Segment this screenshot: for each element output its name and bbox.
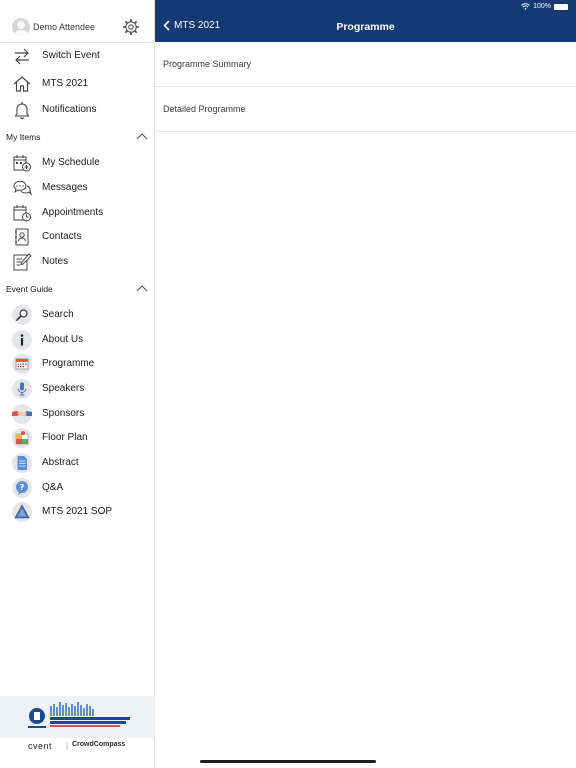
sidebar-item-switch-event[interactable]: Switch Event [0,44,155,68]
bell-icon [14,102,30,120]
mts-2021-logo [28,702,130,728]
home-icon [13,76,31,92]
sidebar-item-label: Speakers [42,383,85,394]
sidebar-item-label: Notes [42,256,69,267]
sidebar-item-label: Notifications [42,104,97,115]
list-item-label: Programme Summary [163,59,252,69]
status-bar: 100% [521,3,568,10]
section-heading: Event Guide [6,284,53,294]
sidebar-item-label: MTS 2021 [42,78,89,89]
messages-icon [13,180,32,196]
battery-percentage: 100% [533,3,551,10]
switch-icon [15,48,29,65]
footer-brands: cvent | CrowdCompass [0,741,155,753]
floor-plan-icon [12,428,32,448]
sidebar: Demo Attendee Switch Event MTS 2021 Noti… [0,0,155,768]
sidebar-item-about-us[interactable]: About Us [0,328,155,352]
sidebar-item-mts-2021[interactable]: MTS 2021 [0,72,155,96]
cvent-logo: cvent [28,741,53,751]
sidebar-item-label: About Us [42,334,84,345]
sidebar-item-label: My Schedule [42,157,100,168]
sidebar-item-label: Programme [42,358,95,369]
sidebar-item-notes[interactable]: Notes [0,250,155,274]
sidebar-item-sponsors[interactable]: Sponsors [0,402,155,426]
sidebar-item-my-schedule[interactable]: My Schedule [0,151,155,175]
sidebar-item-speakers[interactable]: Speakers [0,377,155,401]
sidebar-item-abstract[interactable]: Abstract [0,451,155,475]
sidebar-item-label: Search [42,309,74,320]
contacts-icon [15,228,29,246]
list-item-detailed-programme[interactable]: Detailed Programme [155,87,576,132]
sidebar-item-search[interactable]: Search [0,303,155,327]
avatar[interactable] [12,18,30,36]
search-icon [12,305,32,325]
svg-text:?: ? [20,483,25,492]
wifi-icon [521,3,530,10]
list-item-programme-summary[interactable]: Programme Summary [155,42,576,87]
warning-triangle-icon [12,502,32,522]
gear-icon[interactable] [123,19,139,35]
sidebar-item-label: Messages [42,182,88,193]
chevron-up-icon[interactable] [136,132,148,140]
profile-name: Demo Attendee [33,22,96,32]
document-icon [12,453,32,473]
section-my-items[interactable]: My Items [0,129,155,145]
sidebar-item-contacts[interactable]: Contacts [0,225,155,249]
sidebar-item-programme[interactable]: Programme [0,352,155,376]
handshake-icon [12,404,32,424]
navigation-bar: 100% MTS 2021 Programme [155,0,576,42]
page-title: Programme [336,21,395,33]
chevron-up-icon[interactable] [136,284,148,292]
profile-header[interactable]: Demo Attendee [0,14,155,42]
sidebar-item-floor-plan[interactable]: Floor Plan [0,426,155,450]
sidebar-item-label: Switch Event [42,50,100,61]
appointments-icon [13,205,31,222]
sidebar-item-messages[interactable]: Messages [0,176,155,200]
sidebar-item-mts-2021-sop[interactable]: MTS 2021 SOP [0,500,155,524]
section-event-guide[interactable]: Event Guide [0,281,155,297]
info-icon [12,330,32,350]
section-heading: My Items [6,132,41,142]
event-logo-banner [0,696,155,738]
sidebar-item-appointments[interactable]: Appointments [0,201,155,225]
question-icon: ? [12,478,32,498]
divider [0,42,155,43]
sidebar-item-label: Sponsors [42,408,85,419]
notes-icon [13,253,32,271]
sidebar-item-qa[interactable]: ? Q&A [0,476,155,500]
list-item-label: Detailed Programme [163,104,246,114]
crowdcompass-logo: CrowdCompass [72,741,126,748]
programme-list: Programme Summary Detailed Programme [155,42,576,132]
sidebar-item-label: Appointments [42,207,104,218]
sidebar-item-label: Abstract [42,457,79,468]
sidebar-item-label: Floor Plan [42,432,88,443]
calendar-icon [12,354,32,374]
sidebar-item-notifications[interactable]: Notifications [0,98,155,122]
sidebar-item-label: MTS 2021 SOP [42,506,113,517]
battery-icon [554,3,568,10]
schedule-icon [13,155,31,172]
sidebar-item-label: Contacts [42,231,82,242]
microphone-icon [12,379,32,399]
sidebar-item-label: Q&A [42,482,64,493]
brand-separator: | [66,741,69,750]
home-indicator [200,760,376,763]
